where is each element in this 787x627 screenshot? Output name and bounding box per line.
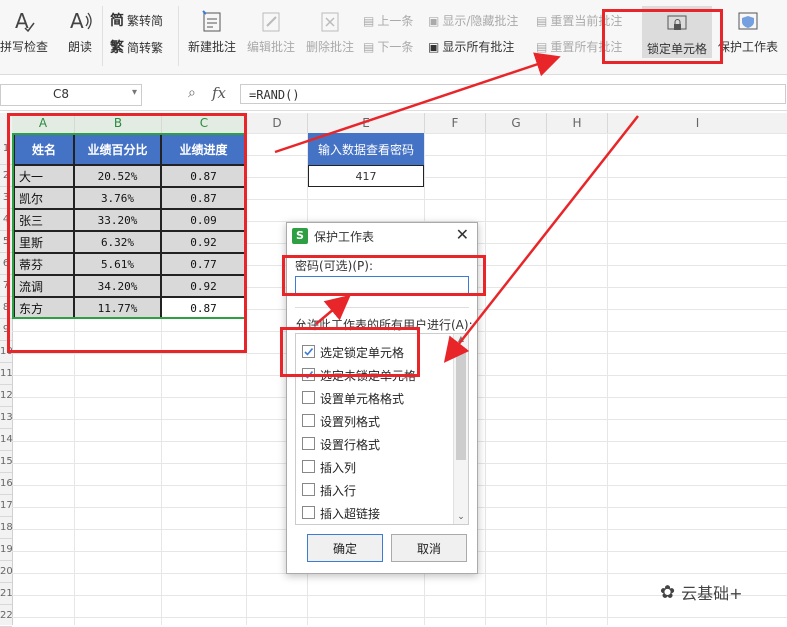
watermark: ✿ 云基础+ <box>660 580 743 604</box>
arrow-to-password <box>315 294 351 325</box>
annotation-arrows <box>274 52 639 363</box>
wechat-icon: ✿ <box>660 581 676 603</box>
arrow-to-lock-cell <box>274 52 561 154</box>
watermark-text: 云基础+ <box>681 584 743 603</box>
arrow-to-checkboxes <box>443 115 639 363</box>
